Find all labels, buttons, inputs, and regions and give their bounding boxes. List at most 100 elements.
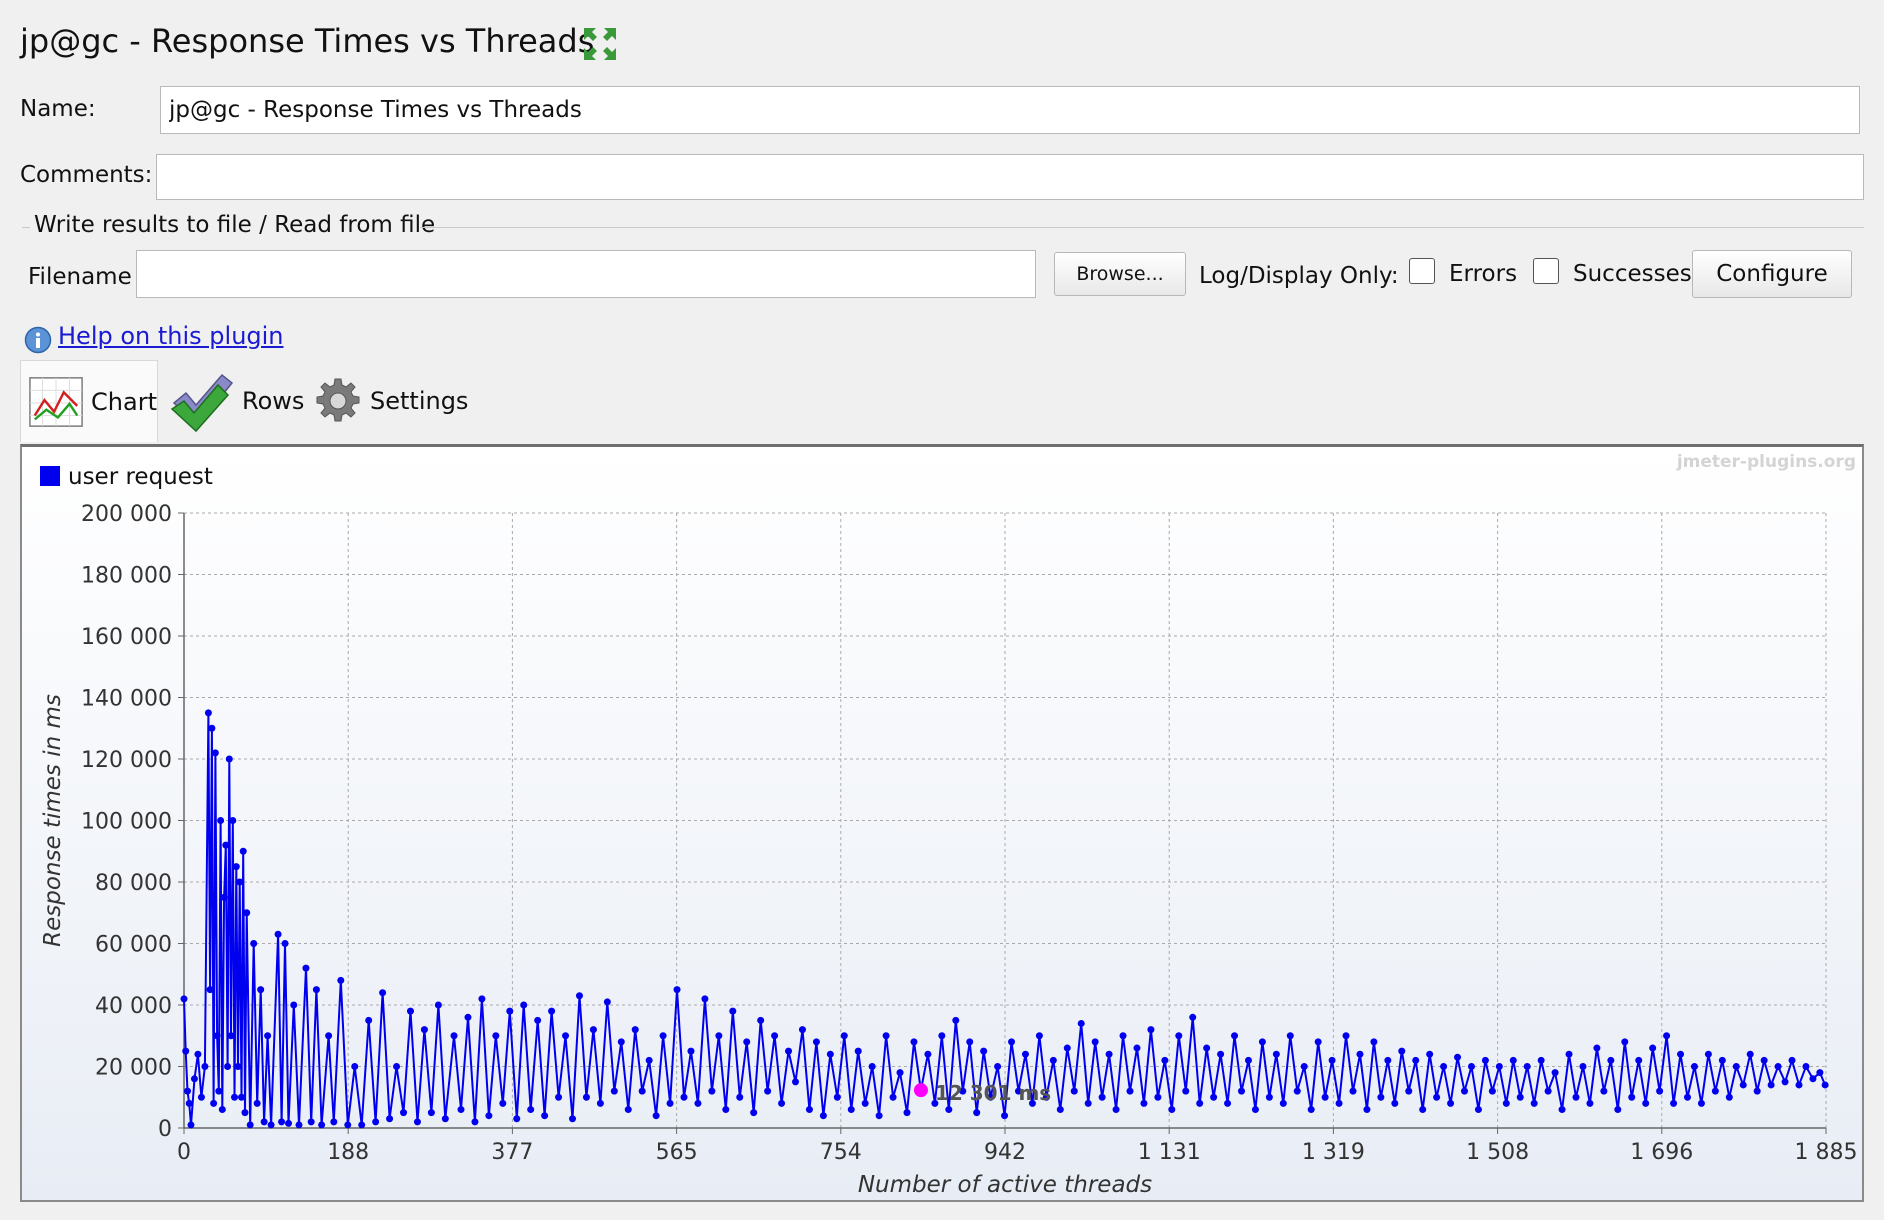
data-point [1307,1106,1315,1114]
x-tick-label: 1 508 [1466,1140,1529,1165]
data-point [903,1109,911,1117]
y-tick-label: 200 000 [81,502,172,527]
data-point [1168,1106,1176,1114]
data-point [1021,1050,1029,1058]
data-point [379,989,387,997]
data-point [938,1032,946,1040]
group-border [420,227,1864,228]
data-point [206,986,214,994]
data-point [1098,1093,1106,1101]
data-point [278,1118,286,1126]
data-point [499,1099,507,1107]
data-point [729,1007,737,1015]
watermark: jmeter-plugins.org [1676,452,1856,472]
data-point [222,841,230,849]
data-point [264,1032,272,1040]
data-point [736,1093,744,1101]
data-point [285,1119,293,1127]
data-point [318,1121,326,1129]
data-point [778,1099,786,1107]
configure-button[interactable]: Configure [1692,250,1852,298]
data-point [234,1063,242,1070]
data-point [227,1032,235,1040]
y-tick-label: 40 000 [95,994,172,1019]
data-point [1377,1093,1385,1101]
data-point [785,1047,793,1055]
data-point [555,1093,563,1101]
data-point [575,992,583,1000]
data-point [910,1038,918,1046]
data-point [372,1118,380,1126]
tab-chart[interactable]: Chart [20,360,158,442]
data-point [1656,1087,1664,1095]
data-point [1321,1093,1329,1101]
expand-icon[interactable] [582,26,618,62]
y-tick-label: 180 000 [81,564,172,589]
tab-rows[interactable]: Rows [166,360,304,442]
data-point [1816,1069,1824,1077]
series-line [183,712,1827,1126]
highlight-point [913,1083,928,1098]
group-border-left [22,227,30,228]
data-point [232,863,240,871]
data-point [1286,1032,1294,1040]
data-point [386,1115,394,1123]
data-point [1537,1056,1545,1064]
data-point [666,1099,674,1107]
data-point [973,1109,981,1117]
data-point [1460,1087,1468,1095]
data-point [1621,1038,1629,1046]
data-point [1405,1087,1413,1095]
data-point [281,940,289,947]
help-link[interactable]: Help on this plugin [58,322,284,350]
data-point [966,1038,974,1046]
data-point [478,995,486,1003]
successes-checkbox[interactable] [1533,258,1559,284]
browse-button[interactable]: Browse... [1054,252,1186,296]
data-point [190,1075,198,1083]
data-point [819,1112,827,1120]
data-point [1628,1093,1636,1101]
x-tick-label: 1 696 [1630,1140,1693,1165]
data-point [229,817,237,824]
data-point [715,1032,723,1040]
data-point [185,1099,193,1107]
x-tick-label: 754 [820,1140,862,1165]
data-point [1251,1106,1259,1114]
data-point [241,1109,249,1117]
data-point [534,1016,542,1024]
data-point [527,1106,535,1114]
comments-field[interactable] [156,154,1864,200]
data-point [393,1063,401,1070]
data-point [1544,1087,1552,1095]
data-point [427,1109,435,1117]
data-point [1593,1044,1601,1052]
data-point [464,1013,472,1021]
tab-settings[interactable]: Settings [314,360,468,442]
data-point [1328,1056,1336,1064]
data-point [673,986,681,994]
data-point [1412,1056,1420,1064]
data-point [645,1056,653,1064]
y-tick-label: 100 000 [81,810,172,835]
data-point [847,1106,855,1114]
data-point [183,1087,191,1095]
name-field[interactable] [160,86,1860,134]
data-point [541,1112,549,1120]
data-point [351,1063,359,1070]
data-point [1105,1050,1113,1058]
data-point [980,1047,988,1055]
data-point [1433,1093,1441,1101]
data-point [1398,1047,1406,1055]
data-point [400,1109,408,1117]
data-point [224,1063,232,1070]
y-tick-label: 160 000 [81,625,172,650]
highlight-label: 12 301 ms [935,1081,1051,1105]
data-point [236,878,244,886]
data-point [652,1112,660,1120]
errors-checkbox[interactable] [1409,258,1435,284]
data-point [250,940,258,947]
data-point [253,1099,261,1107]
filename-field[interactable] [136,250,1036,298]
data-point [1363,1106,1371,1114]
